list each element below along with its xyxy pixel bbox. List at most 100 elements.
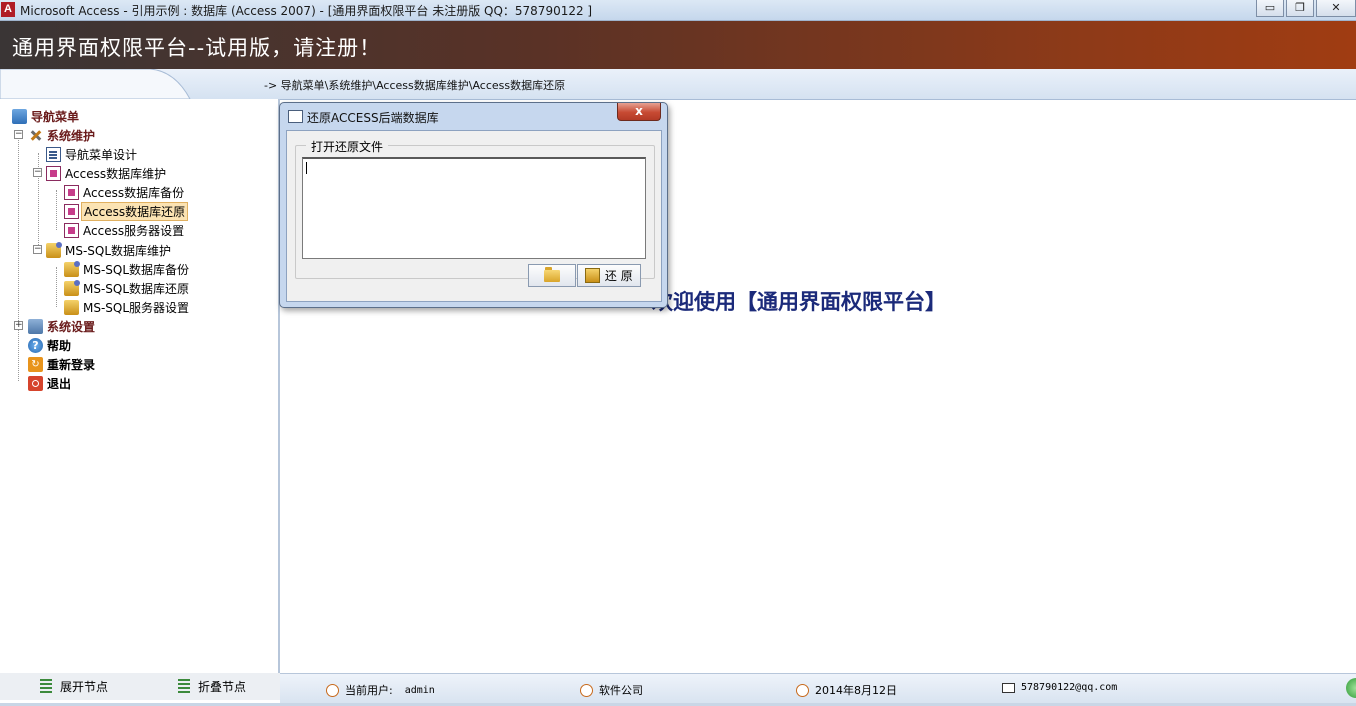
nav-exit[interactable]: 退出	[28, 374, 73, 392]
envelope-icon	[1002, 682, 1015, 693]
access-form-icon	[64, 222, 79, 238]
nav-relogin[interactable]: ↻ 重新登录	[28, 355, 97, 373]
collapse-toggle[interactable]: −	[14, 130, 23, 139]
sql-backup-icon	[64, 260, 80, 277]
nav-system-settings-label: 系统设置	[47, 319, 96, 334]
dialog-title: 还原ACCESS后端数据库	[307, 111, 439, 125]
minimize-button[interactable]: ▭	[1256, 0, 1284, 17]
restore-icon	[584, 268, 600, 283]
expand-nodes-label: 展开节点	[60, 679, 109, 694]
clock-icon	[796, 683, 809, 697]
status-date-value: 2014年8月12日	[815, 684, 897, 697]
help-icon: ?	[28, 337, 43, 353]
expand-toggle[interactable]: +	[14, 321, 23, 330]
settings-icon	[28, 318, 43, 334]
access-form-icon	[64, 184, 79, 200]
nav-menu-design[interactable]: 导航菜单设计	[46, 145, 139, 163]
expand-nodes-button[interactable]: 展开节点	[40, 676, 108, 696]
nav-mssql-restore[interactable]: MS-SQL数据库还原	[64, 279, 191, 297]
window-title: Microsoft Access - 引用示例 : 数据库 (Access 20…	[20, 4, 593, 18]
access-form-icon	[64, 203, 79, 219]
status-user: 当前用户: admin	[326, 682, 435, 698]
nav-mssql-maintenance[interactable]: MS-SQL数据库维护	[46, 241, 173, 259]
dialog-buttons: 还 原	[528, 264, 641, 287]
nav-menu-design-label: 导航菜单设计	[65, 147, 138, 162]
database-icon	[12, 108, 27, 124]
nav-system-settings[interactable]: 系统设置	[28, 317, 97, 335]
restore-file-group-label: 打开还原文件	[306, 138, 389, 155]
breadcrumb: -> 导航菜单\系统维护\Access数据库维护\Access数据库还原	[264, 79, 566, 92]
nav-root-label: 导航菜单	[31, 109, 80, 124]
tree-line	[56, 267, 57, 307]
close-button[interactable]: ✕	[1316, 0, 1356, 17]
access-app-icon: A	[1, 2, 15, 17]
status-email-value: 578790122@qq.com	[1021, 682, 1118, 693]
banner: 通用界面权限平台--试用版，请注册！	[0, 21, 1356, 69]
folder-open-icon	[543, 266, 560, 282]
text-caret	[306, 162, 307, 174]
nav-mssql-server[interactable]: MS-SQL服务器设置	[64, 298, 191, 316]
window-controls: ▭ ❐ ✕	[1254, 0, 1356, 18]
nav-help[interactable]: ? 帮助	[28, 336, 73, 354]
status-user-label: 当前用户:	[345, 684, 393, 697]
restore-button[interactable]: 还 原	[576, 264, 641, 287]
nav-access-restore[interactable]: Access数据库还原	[64, 201, 189, 221]
nav-mssql-restore-label: MS-SQL数据库还原	[83, 281, 190, 296]
collapse-toggle[interactable]: −	[33, 245, 42, 254]
restore-button[interactable]: ❐	[1286, 0, 1314, 17]
tree-list-icon	[40, 679, 52, 693]
restore-file-group: 打开还原文件	[295, 138, 655, 279]
power-icon	[28, 375, 43, 391]
nav-access-server-label: Access服务器设置	[83, 223, 185, 238]
nav-system-maintenance-label: 系统维护	[47, 128, 96, 143]
collapse-nodes-button[interactable]: 折叠节点	[178, 676, 246, 696]
nav-access-maintenance[interactable]: Access数据库维护	[46, 164, 168, 182]
dialog-title-bar[interactable]: 还原ACCESS后端数据库 x	[280, 103, 667, 129]
tree-line	[56, 190, 57, 230]
refresh-icon: ↻	[28, 356, 43, 372]
status-email: 578790122@qq.com	[1002, 682, 1117, 693]
restore-button-label: 还 原	[604, 269, 633, 283]
nav-access-maintenance-label: Access数据库维护	[65, 166, 167, 181]
nav-access-server[interactable]: Access服务器设置	[64, 221, 186, 239]
status-user-value: admin	[404, 684, 435, 696]
tree-list-icon	[178, 679, 190, 693]
form-icon	[288, 110, 303, 123]
nav-access-restore-label: Access数据库还原	[81, 201, 189, 221]
window-title-bar: A Microsoft Access - 引用示例 : 数据库 (Access …	[0, 0, 1356, 21]
nav-access-backup-label: Access数据库备份	[83, 185, 185, 200]
nav-mssql-backup-label: MS-SQL数据库备份	[83, 262, 190, 277]
nav-mssql-maintenance-label: MS-SQL数据库维护	[65, 243, 172, 258]
status-company-label: 软件公司	[599, 684, 643, 697]
banner-title: 通用界面权限平台--试用版，请注册！	[12, 36, 382, 60]
copyright-icon	[580, 683, 593, 697]
breadcrumb-bar: -> 导航菜单\系统维护\Access数据库维护\Access数据库还原	[0, 69, 1356, 100]
dialog-body: 打开还原文件 还 原	[286, 130, 662, 302]
database-cylinder-icon	[64, 299, 79, 315]
sql-restore-icon	[64, 279, 80, 296]
nav-relogin-label: 重新登录	[47, 357, 96, 372]
nav-system-maintenance[interactable]: 系统维护	[28, 126, 97, 144]
restore-file-path-input[interactable]	[302, 157, 646, 259]
nav-root[interactable]: 导航菜单	[12, 107, 81, 125]
tools-icon	[28, 127, 43, 143]
breadcrumb-tab-shape	[0, 69, 191, 99]
user-icon	[326, 683, 339, 697]
status-bar: 当前用户: admin 软件公司 2014年8月12日 578790122@qq…	[280, 673, 1356, 704]
navigation-tree: 导航菜单 − 系统维护 导航菜单设计 − Access数据库维护 Access数…	[0, 99, 280, 673]
status-company: 软件公司	[580, 682, 643, 698]
nav-mssql-server-label: MS-SQL服务器设置	[83, 300, 190, 315]
access-icon	[46, 165, 61, 181]
sql-tools-icon	[46, 241, 62, 258]
restore-dialog: 还原ACCESS后端数据库 x 打开还原文件 还 原	[279, 102, 668, 308]
nav-exit-label: 退出	[47, 376, 72, 391]
open-file-button[interactable]	[528, 264, 576, 287]
dialog-close-button[interactable]: x	[617, 103, 661, 121]
nav-help-label: 帮助	[47, 338, 72, 353]
welcome-text: 欢迎使用【通用界面权限平台】	[652, 289, 946, 314]
nav-access-backup[interactable]: Access数据库备份	[64, 183, 186, 201]
collapse-toggle[interactable]: −	[33, 168, 42, 177]
nav-bottom-bar: 展开节点 折叠节点	[0, 673, 280, 700]
nav-mssql-backup[interactable]: MS-SQL数据库备份	[64, 260, 191, 278]
form-icon	[46, 146, 61, 162]
